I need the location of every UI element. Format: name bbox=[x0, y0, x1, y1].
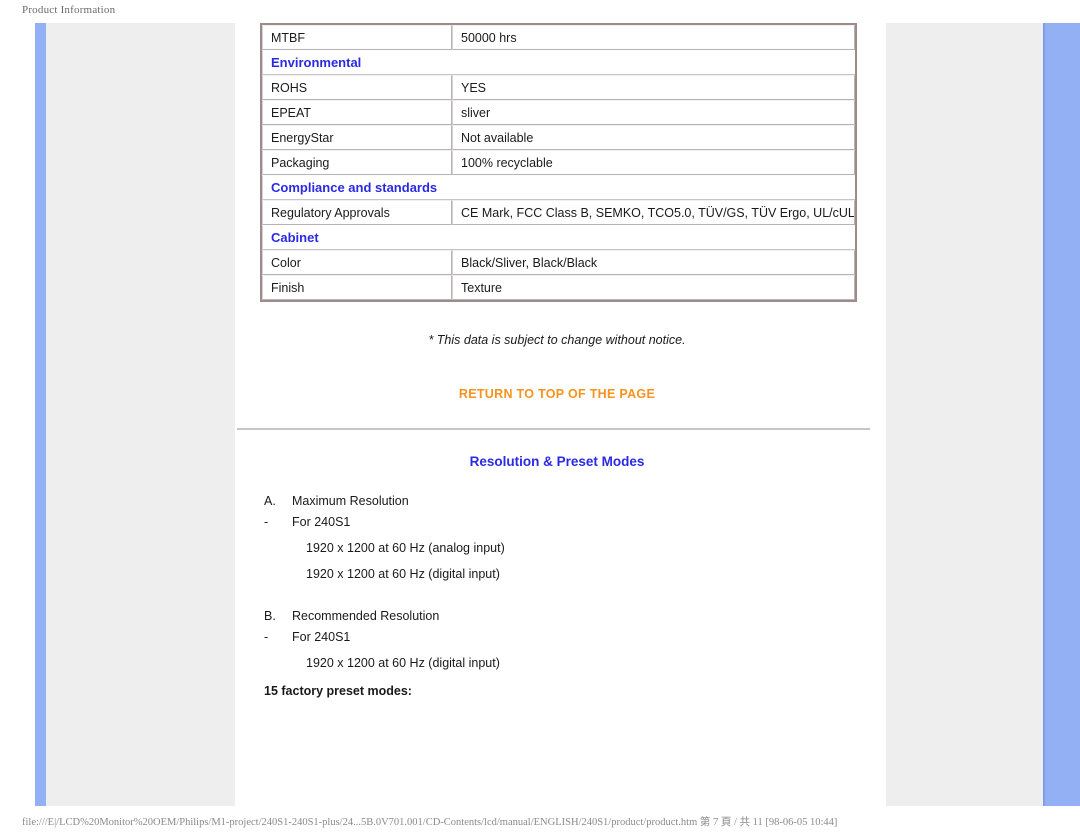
resolution-item-text: 1920 x 1200 at 60 Hz (analog input) bbox=[306, 541, 505, 555]
right-accent-stripe bbox=[1043, 23, 1080, 806]
spec-label-cell: Packaging bbox=[262, 150, 452, 175]
spec-value-cell: 50000 hrs bbox=[452, 25, 855, 50]
resolution-item-text: Maximum Resolution bbox=[292, 494, 409, 508]
spec-value-cell: sliver bbox=[452, 100, 855, 125]
resolution-item-marker: - bbox=[264, 630, 269, 644]
return-to-top-link[interactable]: RETURN TO TOP OF THE PAGE bbox=[459, 387, 655, 401]
resolution-item-marker: A. bbox=[264, 494, 276, 508]
resolution-item-marker: B. bbox=[264, 609, 276, 623]
resolution-list-item: - For 240S1 bbox=[264, 514, 877, 531]
resolution-list-item: - For 240S1 bbox=[264, 629, 877, 646]
table-row: ROHS YES bbox=[262, 75, 855, 100]
table-row: Regulatory Approvals CE Mark, FCC Class B… bbox=[262, 200, 855, 225]
resolution-item-text: For 240S1 bbox=[292, 515, 351, 529]
table-row: Color Black/Sliver, Black/Black bbox=[262, 250, 855, 275]
spec-value-cell: 100% recyclable bbox=[452, 150, 855, 175]
specifications-table: MTBF 50000 hrs Environmental ROHS YES EPEAT sl… bbox=[260, 23, 857, 302]
resolution-list-item: 1920 x 1200 at 60 Hz (analog input) bbox=[264, 540, 877, 557]
spec-label-cell: EnergyStar bbox=[262, 125, 452, 150]
spec-label-cell: EPEAT bbox=[262, 100, 452, 125]
spec-section-heading: Cabinet bbox=[262, 225, 855, 250]
print-footer-path: file:///E|/LCD%20Monitor%20OEM/Philips/M… bbox=[22, 817, 838, 828]
data-change-notice: * This data is subject to change without… bbox=[428, 333, 686, 347]
left-sidebar-panel bbox=[35, 23, 235, 806]
resolution-list-gap bbox=[264, 587, 877, 608]
resolution-section-title: Resolution & Preset Modes bbox=[469, 454, 645, 469]
table-row: EnergyStar Not available bbox=[262, 125, 855, 150]
resolution-item-text: Recommended Resolution bbox=[292, 609, 440, 623]
spec-section-heading: Compliance and standards bbox=[262, 175, 855, 200]
preset-modes-heading: 15 factory preset modes: bbox=[264, 684, 412, 698]
table-row: Finish Texture bbox=[262, 275, 855, 300]
resolution-list-item: 1920 x 1200 at 60 Hz (digital input) bbox=[264, 566, 877, 583]
resolution-list-item: A. Maximum Resolution bbox=[264, 493, 877, 510]
spec-section-row: Environmental bbox=[262, 50, 855, 75]
spec-label-cell: Finish bbox=[262, 275, 452, 300]
spec-section-row: Compliance and standards bbox=[262, 175, 855, 200]
resolution-list: A. Maximum Resolution - For 240S1 1920 x 120… bbox=[237, 493, 877, 672]
spec-label-cell: MTBF bbox=[262, 25, 452, 50]
spec-value-cell: Black/Sliver, Black/Black bbox=[452, 250, 855, 275]
resolution-list-item: 1920 x 1200 at 60 Hz (digital input) bbox=[264, 655, 877, 672]
right-accent-stripe-edge bbox=[1043, 23, 1045, 806]
return-to-top-container: RETURN TO TOP OF THE PAGE bbox=[237, 385, 877, 403]
spec-section-row: Cabinet bbox=[262, 225, 855, 250]
resolution-item-text: 1920 x 1200 at 60 Hz (digital input) bbox=[306, 656, 500, 670]
right-sidebar-panel bbox=[886, 23, 1043, 806]
spec-value-cell: Not available bbox=[452, 125, 855, 150]
spec-label-cell: Color bbox=[262, 250, 452, 275]
resolution-item-marker: - bbox=[264, 515, 269, 529]
table-row: EPEAT sliver bbox=[262, 100, 855, 125]
resolution-list-item: B. Recommended Resolution bbox=[264, 608, 877, 625]
left-sidebar-accent-stripe bbox=[35, 23, 46, 806]
section-divider bbox=[237, 428, 870, 430]
spec-label-cell: ROHS bbox=[262, 75, 452, 100]
spec-label-cell: Regulatory Approvals bbox=[262, 200, 452, 225]
spec-value-cell: YES bbox=[452, 75, 855, 100]
spec-value-cell: Texture bbox=[452, 275, 855, 300]
resolution-item-text: 1920 x 1200 at 60 Hz (digital input) bbox=[306, 567, 500, 581]
print-header-title: Product Information bbox=[22, 4, 116, 16]
table-row: Packaging 100% recyclable bbox=[262, 150, 855, 175]
resolution-item-text: For 240S1 bbox=[292, 630, 351, 644]
spec-value-cell: CE Mark, FCC Class B, SEMKO, TCO5.0, TÜV… bbox=[452, 200, 855, 225]
main-content: MTBF 50000 hrs Environmental ROHS YES EPEAT sl… bbox=[237, 23, 877, 698]
spec-section-heading: Environmental bbox=[262, 50, 855, 75]
table-row: MTBF 50000 hrs bbox=[262, 25, 855, 50]
preset-modes-block: 15 factory preset modes: bbox=[237, 684, 877, 698]
